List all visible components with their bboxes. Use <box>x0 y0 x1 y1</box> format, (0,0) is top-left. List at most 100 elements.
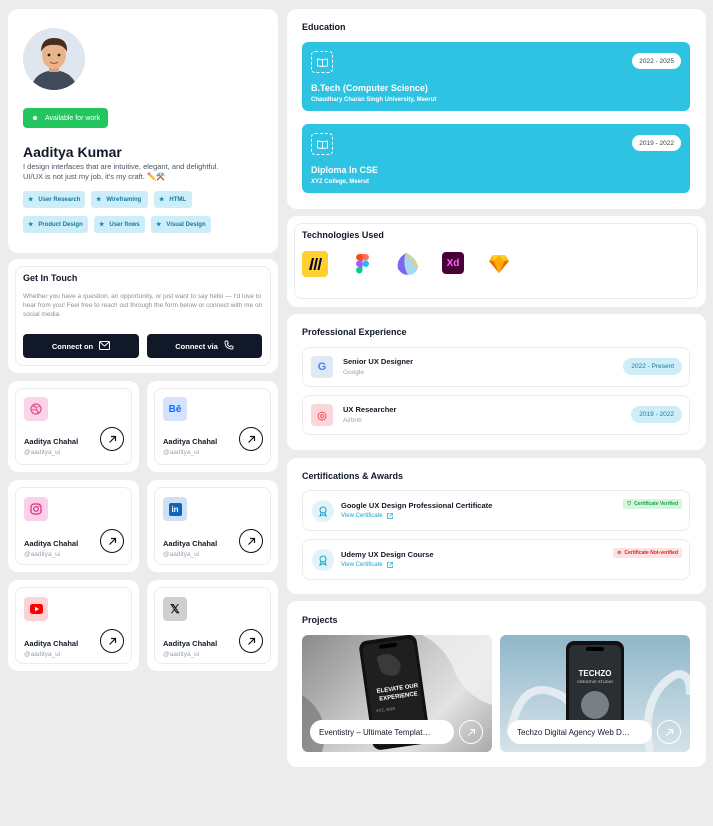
education-item: 2022 - 2025 B.Tech (Computer Science) Ch… <box>302 42 690 111</box>
education-school: Chaudhary Charan Singh University, Meeru… <box>311 97 437 103</box>
arrow-up-right-icon <box>108 435 116 443</box>
mail-icon <box>99 340 111 352</box>
education-years: 2022 - 2025 <box>632 53 681 69</box>
star-icon: ★ <box>28 197 34 203</box>
certificate-status-label: Certificate Not-verified <box>624 550 678 556</box>
airbnb-glyph: ◎ <box>317 409 327 422</box>
award-icon <box>312 500 334 522</box>
social-name: Aaditya Chahal <box>24 437 79 446</box>
connect-on-label: Connect on <box>51 341 94 351</box>
experience-years: 2019 - 2022 <box>631 406 682 423</box>
social-card-inner: Bē Aaditya Chahal @aaditya_ui <box>154 388 271 465</box>
experience-item: G Senior UX Designer Google 2022 - Prese… <box>302 347 690 387</box>
experience-title: Professional Experience <box>302 327 407 337</box>
project-card[interactable]: TECHZO CREATIVE STUDIO Techzo Digital Ag… <box>500 635 690 752</box>
shield-off-icon: ⊘ <box>617 550 622 556</box>
project-label: Eventistry – Ultimate Templat… <box>310 720 454 744</box>
skill-tag-label: User flows <box>109 221 140 228</box>
social-card-inner: Aaditya Chahal @aaditya_ui <box>15 587 132 664</box>
x-icon[interactable]: 𝕏 <box>163 597 187 621</box>
linkedin-glyph: in <box>168 502 182 516</box>
experience-role: UX Researcher <box>343 405 397 414</box>
skill-tag-label: HTML <box>169 196 187 203</box>
phone-icon <box>224 340 234 352</box>
view-certificate-label: View Certificate <box>341 562 383 568</box>
project-screen-text: TECHZO <box>578 669 612 678</box>
framer-icon <box>394 251 420 277</box>
skill-tag: ★ Visual Design <box>151 216 211 233</box>
open-link-button[interactable] <box>239 529 263 553</box>
social-card-inner: 𝕏 Aaditya Chahal @aaditya_ui <box>154 587 271 664</box>
social-card: Aaditya Chahal @aaditya_ui <box>8 480 139 572</box>
experience-company: Airbnb <box>343 417 362 424</box>
available-label: Available for work <box>45 114 101 122</box>
social-card-inner: Aaditya Chahal @aaditya_ui <box>15 388 132 465</box>
education-school: XYZ College, Meerut <box>311 179 370 185</box>
profile-bio: I design interfaces that are intuitive, … <box>23 162 219 181</box>
education-degree: Diploma In CSE <box>311 165 379 175</box>
star-icon: ★ <box>96 197 102 203</box>
arrow-up-right-icon <box>108 537 116 545</box>
profile-name: Aaditya Kumar <box>23 144 122 160</box>
open-link-button[interactable] <box>100 629 124 653</box>
open-link-button[interactable] <box>239 629 263 653</box>
linkedin-icon[interactable]: in <box>163 497 187 521</box>
open-link-button[interactable] <box>100 529 124 553</box>
view-certificate-link[interactable]: View Certificate <box>341 562 393 568</box>
certificate-status-label: Certificate Verified <box>634 501 678 507</box>
certificate-status-badge: ⛉ Certificate Verified <box>623 499 682 509</box>
instagram-icon[interactable] <box>24 497 48 521</box>
project-label: Techzo Digital Agency Web D… <box>508 720 652 744</box>
xd-glyph: Xd <box>446 257 460 269</box>
behance-icon[interactable]: Bē <box>163 397 187 421</box>
education-years: 2019 - 2022 <box>632 135 681 151</box>
connect-via-label: Connect via <box>175 341 218 351</box>
social-card: 𝕏 Aaditya Chahal @aaditya_ui <box>147 580 278 671</box>
project-card[interactable]: ELEVATE OUR EXPERIENCE XYZ, 2025 Eventis… <box>302 635 492 752</box>
skill-tag-label: Visual Design <box>166 221 206 228</box>
skill-tag-label: Product Design <box>38 221 83 228</box>
open-link-button[interactable] <box>239 427 263 451</box>
certificate-item: Google UX Design Professional Certificat… <box>302 490 690 531</box>
youtube-icon[interactable] <box>24 597 48 621</box>
open-project-button[interactable] <box>459 720 483 744</box>
technologies-title: Technologies Used <box>302 230 384 240</box>
projects-title: Projects <box>302 615 338 625</box>
social-handle: @aaditya_ui <box>163 551 200 558</box>
skill-tag-label: User Research <box>38 196 81 203</box>
arrow-up-right-icon <box>247 537 255 545</box>
arrow-up-right-icon <box>665 728 673 736</box>
open-link-button[interactable] <box>100 427 124 451</box>
social-handle: @aaditya_ui <box>24 651 61 658</box>
certifications-title: Certifications & Awards <box>302 471 404 481</box>
social-name: Aaditya Chahal <box>24 539 79 548</box>
award-icon <box>312 549 334 571</box>
book-icon <box>311 133 333 155</box>
dribbble-icon[interactable] <box>24 397 48 421</box>
social-card: Bē Aaditya Chahal @aaditya_ui <box>147 381 278 472</box>
skill-tag: ★ User flows <box>94 216 145 233</box>
view-certificate-link[interactable]: View Certificate <box>341 513 393 519</box>
skill-tag: ★ Wireframing <box>91 191 148 208</box>
connect-on-button[interactable]: Connect on <box>23 334 139 358</box>
open-project-button[interactable] <box>657 720 681 744</box>
social-handle: @aaditya_ui <box>24 551 61 558</box>
airbnb-icon: ◎ <box>311 404 333 426</box>
social-name: Aaditya Chahal <box>163 639 218 648</box>
status-dot-icon <box>33 116 37 120</box>
experience-company: Google <box>343 369 364 376</box>
contact-text: Whether you have a question, an opportun… <box>23 293 263 318</box>
experience-item: ◎ UX Researcher Airbnb 2019 - 2022 <box>302 395 690 435</box>
education-degree: B.Tech (Computer Science) <box>311 83 428 93</box>
skill-tag: ★ HTML <box>154 191 192 208</box>
certificate-name: Udemy UX Design Course <box>341 550 434 559</box>
experience-years: 2022 - Present <box>623 358 682 375</box>
connect-via-button[interactable]: Connect via <box>147 334 262 358</box>
certificate-name: Google UX Design Professional Certificat… <box>341 501 493 510</box>
social-handle: @aaditya_ui <box>163 651 200 658</box>
skill-tag-label: Wireframing <box>106 196 142 203</box>
skill-tag: ★ User Research <box>23 191 85 208</box>
experience-role: Senior UX Designer <box>343 357 414 366</box>
view-certificate-label: View Certificate <box>341 513 383 519</box>
behance-glyph: Bē <box>168 403 182 415</box>
